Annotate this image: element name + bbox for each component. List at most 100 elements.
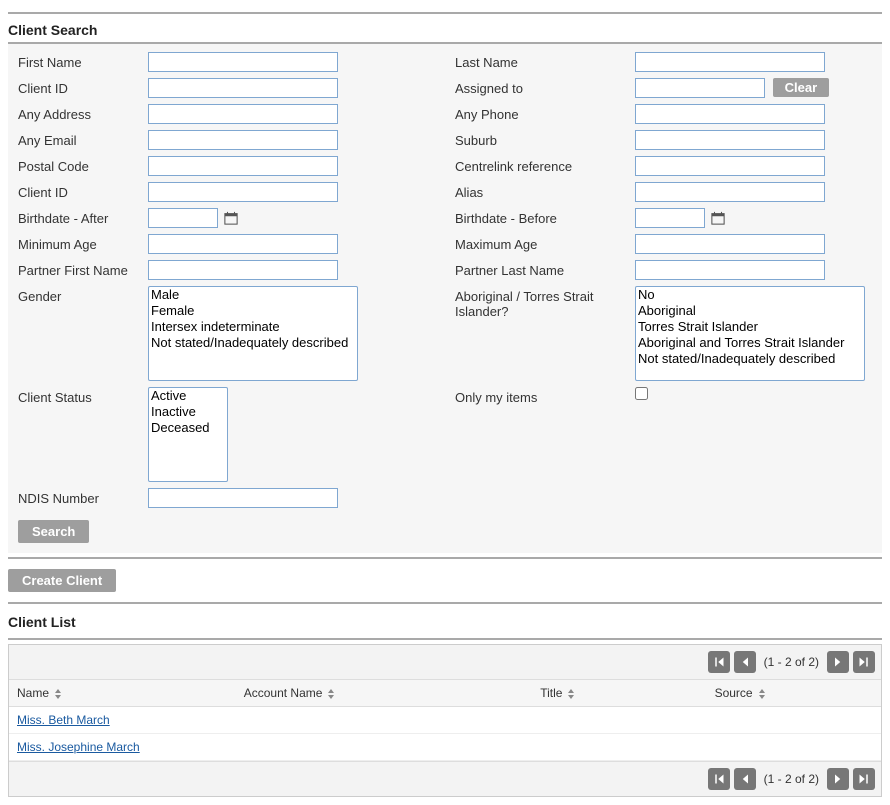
- label-only-my-items: Only my items: [455, 387, 635, 405]
- label-partner-last: Partner Last Name: [455, 260, 635, 278]
- client-list-title: Client List: [8, 608, 882, 634]
- label-any-address: Any Address: [18, 104, 148, 122]
- label-atsi: Aboriginal / Torres Strait Islander?: [455, 286, 635, 319]
- label-min-age: Minimum Age: [18, 234, 148, 252]
- birthdate-before-input[interactable]: [635, 208, 705, 228]
- table-row: Miss. Beth March: [9, 707, 881, 734]
- cell: [236, 734, 532, 761]
- client-search-title: Client Search: [8, 18, 882, 42]
- postal-code-input[interactable]: [148, 156, 338, 176]
- create-client-button[interactable]: Create Client: [8, 569, 116, 592]
- label-gender: Gender: [18, 286, 148, 304]
- column-header[interactable]: Name: [9, 680, 236, 707]
- first-name-input[interactable]: [148, 52, 338, 72]
- label-first-name: First Name: [18, 52, 148, 70]
- pager-last-icon[interactable]: [853, 651, 875, 673]
- atsi-select[interactable]: NoAboriginalTorres Strait IslanderAborig…: [635, 286, 865, 381]
- column-header[interactable]: Source: [707, 680, 881, 707]
- only-my-items-checkbox[interactable]: [635, 387, 648, 400]
- label-birthdate-after: Birthdate - After: [18, 208, 148, 226]
- cell: [236, 707, 532, 734]
- pager-prev-icon[interactable]: [734, 768, 756, 790]
- label-assigned-to: Assigned to: [455, 78, 635, 96]
- gender-select[interactable]: MaleFemaleIntersex indeterminateNot stat…: [148, 286, 358, 381]
- clear-button[interactable]: Clear: [773, 78, 830, 97]
- cell: [532, 707, 706, 734]
- sort-icon[interactable]: [757, 689, 767, 699]
- column-header-label: Title: [540, 686, 562, 700]
- client-list-grid: (1 - 2 of 2) Name Account Name Title Source…: [8, 644, 882, 797]
- option[interactable]: Active: [149, 388, 227, 404]
- cell: [532, 734, 706, 761]
- column-header[interactable]: Title: [532, 680, 706, 707]
- sort-icon[interactable]: [566, 689, 576, 699]
- pager-range: (1 - 2 of 2): [760, 772, 823, 786]
- sort-icon[interactable]: [326, 689, 336, 699]
- label-suburb: Suburb: [455, 130, 635, 148]
- calendar-icon[interactable]: [224, 211, 238, 225]
- label-postal-code: Postal Code: [18, 156, 148, 174]
- pager-range: (1 - 2 of 2): [760, 655, 823, 669]
- table-row: Miss. Josephine March: [9, 734, 881, 761]
- label-partner-first: Partner First Name: [18, 260, 148, 278]
- label-client-id: Client ID: [18, 78, 148, 96]
- label-any-phone: Any Phone: [455, 104, 635, 122]
- option[interactable]: Female: [149, 303, 357, 319]
- alias-input[interactable]: [635, 182, 825, 202]
- pager-first-icon[interactable]: [708, 651, 730, 673]
- suburb-input[interactable]: [635, 130, 825, 150]
- label-max-age: Maximum Age: [455, 234, 635, 252]
- max-age-input[interactable]: [635, 234, 825, 254]
- min-age-input[interactable]: [148, 234, 338, 254]
- option[interactable]: Deceased: [149, 420, 227, 436]
- option[interactable]: Inactive: [149, 404, 227, 420]
- pager-top: (1 - 2 of 2): [9, 645, 881, 680]
- cell: [707, 734, 881, 761]
- ndis-number-input[interactable]: [148, 488, 338, 508]
- label-ndis-number: NDIS Number: [18, 488, 148, 506]
- column-header-label: Name: [17, 686, 49, 700]
- option[interactable]: Intersex indeterminate: [149, 319, 357, 335]
- client-link[interactable]: Miss. Beth March: [17, 713, 110, 727]
- pager-last-icon[interactable]: [853, 768, 875, 790]
- option[interactable]: Not stated/Inadequately described: [149, 335, 357, 351]
- sort-icon[interactable]: [53, 689, 63, 699]
- column-header-label: Source: [715, 686, 753, 700]
- option[interactable]: Male: [149, 287, 357, 303]
- any-phone-input[interactable]: [635, 104, 825, 124]
- client-search-panel: First Name Client ID Any Address Any Ema…: [8, 42, 882, 553]
- option[interactable]: Not stated/Inadequately described: [636, 351, 864, 367]
- pager-prev-icon[interactable]: [734, 651, 756, 673]
- centrelink-input[interactable]: [635, 156, 825, 176]
- any-email-input[interactable]: [148, 130, 338, 150]
- label-client-status: Client Status: [18, 387, 148, 405]
- option[interactable]: Aboriginal and Torres Strait Islander: [636, 335, 864, 351]
- cell: [707, 707, 881, 734]
- column-header[interactable]: Account Name: [236, 680, 532, 707]
- column-header-label: Account Name: [244, 686, 323, 700]
- assigned-to-input[interactable]: [635, 78, 765, 98]
- birthdate-after-input[interactable]: [148, 208, 218, 228]
- any-address-input[interactable]: [148, 104, 338, 124]
- client-status-select[interactable]: ActiveInactiveDeceased: [148, 387, 228, 482]
- pager-first-icon[interactable]: [708, 768, 730, 790]
- option[interactable]: Aboriginal: [636, 303, 864, 319]
- label-birthdate-before: Birthdate - Before: [455, 208, 635, 226]
- pager-next-icon[interactable]: [827, 768, 849, 790]
- pager-next-icon[interactable]: [827, 651, 849, 673]
- client-id-input[interactable]: [148, 78, 338, 98]
- calendar-icon[interactable]: [711, 211, 725, 225]
- label-client-id-2: Client ID: [18, 182, 148, 200]
- label-last-name: Last Name: [455, 52, 635, 70]
- search-button[interactable]: Search: [18, 520, 89, 543]
- label-any-email: Any Email: [18, 130, 148, 148]
- partner-last-input[interactable]: [635, 260, 825, 280]
- label-centrelink: Centrelink reference: [455, 156, 635, 174]
- last-name-input[interactable]: [635, 52, 825, 72]
- partner-first-input[interactable]: [148, 260, 338, 280]
- option[interactable]: Torres Strait Islander: [636, 319, 864, 335]
- label-alias: Alias: [455, 182, 635, 200]
- client-link[interactable]: Miss. Josephine March: [17, 740, 140, 754]
- option[interactable]: No: [636, 287, 864, 303]
- client-id-2-input[interactable]: [148, 182, 338, 202]
